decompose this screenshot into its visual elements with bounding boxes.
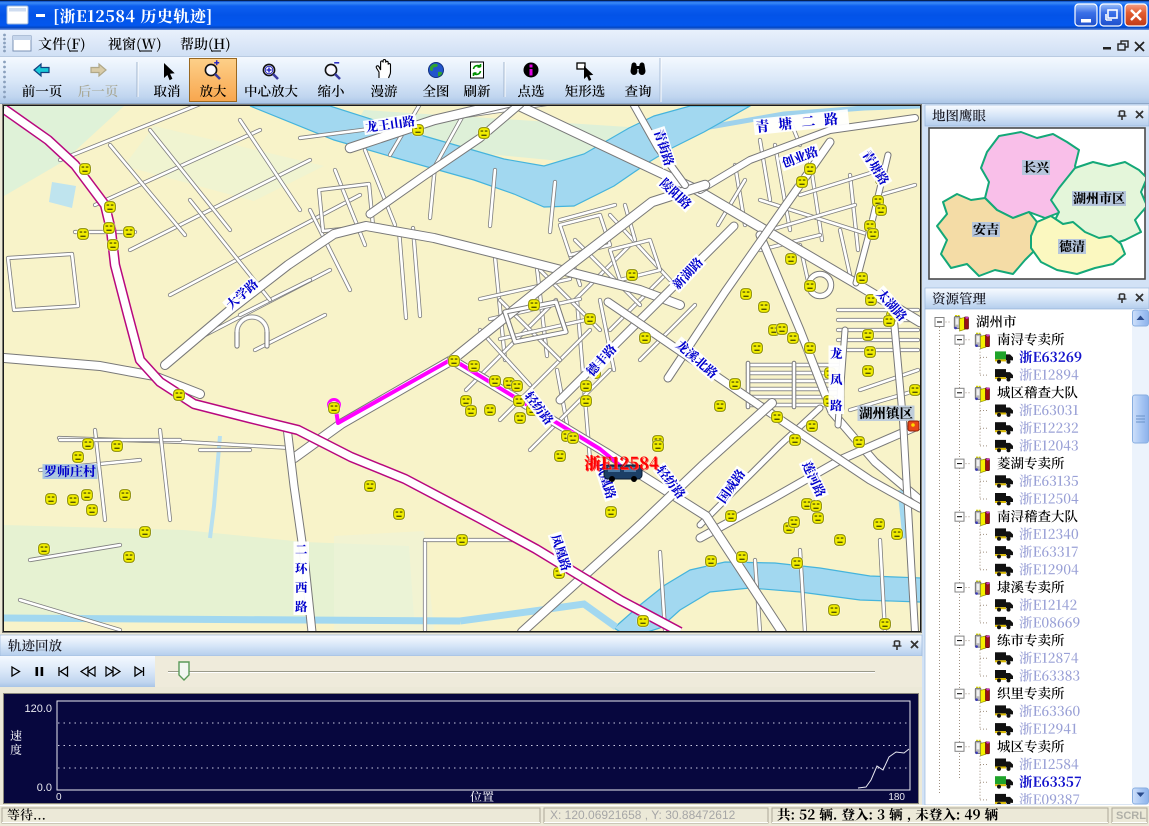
svg-text:120.0: 120.0 bbox=[24, 703, 52, 715]
svg-text:SCRL: SCRL bbox=[1116, 810, 1146, 822]
svg-text:X: 120.06921658 , Y: 30.884726: X: 120.06921658 , Y: 30.88472612 bbox=[550, 808, 736, 822]
svg-text:180: 180 bbox=[888, 792, 905, 803]
svg-text:0: 0 bbox=[56, 792, 62, 803]
svg-text:0.0: 0.0 bbox=[37, 782, 52, 794]
